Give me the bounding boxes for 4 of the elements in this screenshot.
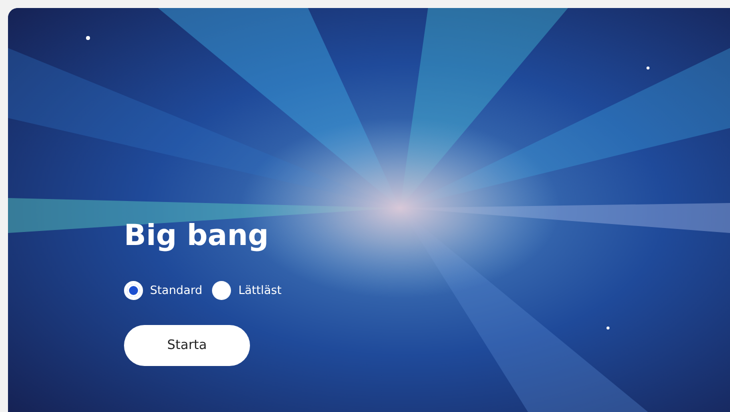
start-button[interactable]: Starta [124, 324, 250, 366]
option-label[interactable]: Standard [150, 282, 202, 299]
hero-title: Big bang [124, 218, 270, 253]
option-label[interactable]: Lättläst [238, 282, 282, 299]
